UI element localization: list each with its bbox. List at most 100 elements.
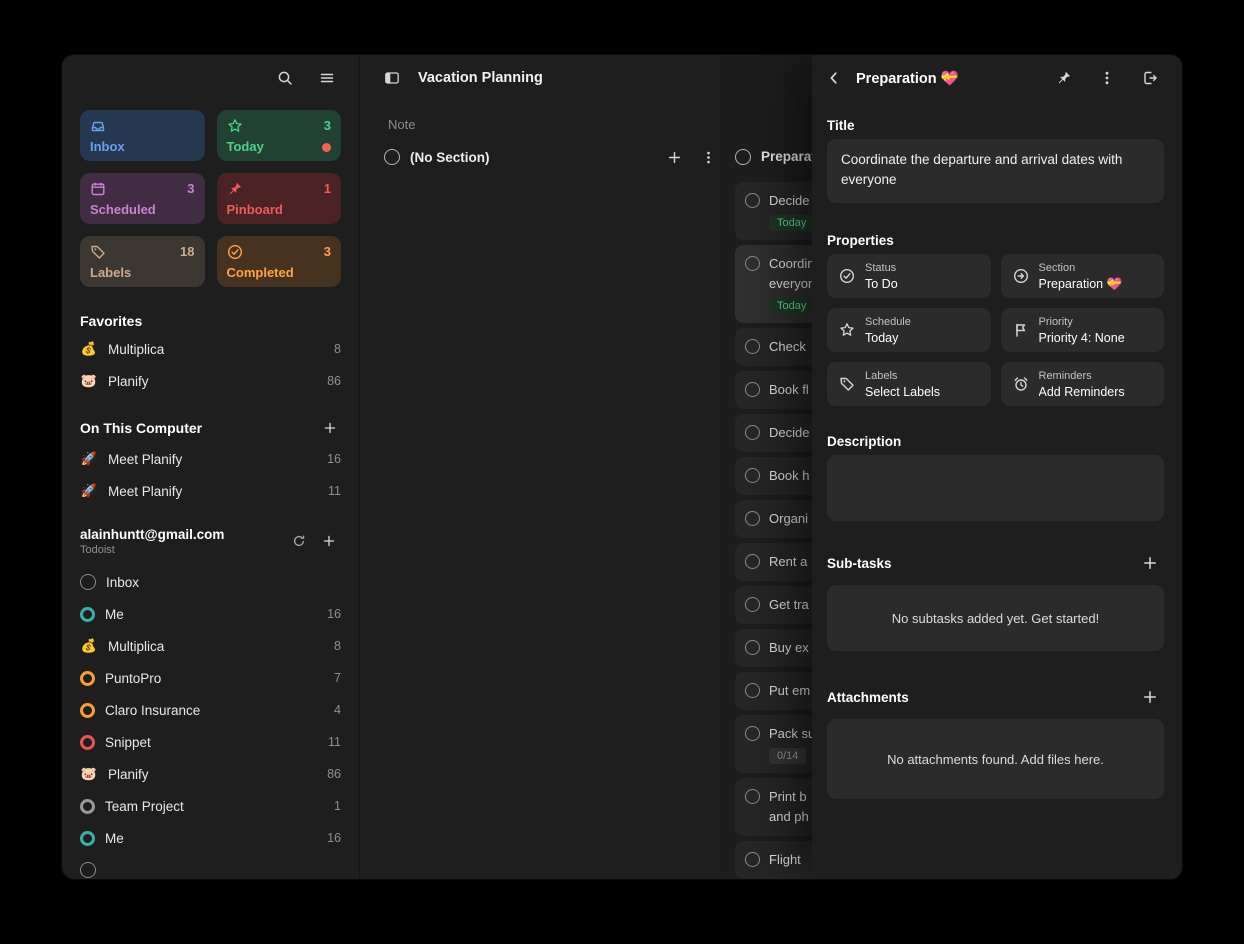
task-checkbox[interactable] bbox=[745, 554, 760, 569]
filter-label: Scheduled bbox=[90, 202, 156, 217]
task-checkbox[interactable] bbox=[745, 382, 760, 397]
sidebar-item-meet-planify-2[interactable]: 🚀 Meet Planify 11 bbox=[80, 475, 341, 507]
sidebar-item-inbox[interactable]: Inbox bbox=[80, 110, 205, 161]
hamburger-icon bbox=[319, 70, 335, 86]
main-menu-button[interactable] bbox=[313, 64, 341, 92]
pin-icon bbox=[1056, 70, 1072, 86]
task-checkbox[interactable] bbox=[745, 256, 760, 271]
project-label: Multiplica bbox=[108, 639, 164, 654]
task-title-field[interactable]: Coordinate the departure and arrival dat… bbox=[827, 139, 1164, 203]
task-title: Rent a bbox=[769, 552, 807, 572]
sidebar-item-completed[interactable]: Completed 3 bbox=[217, 236, 342, 287]
pin-task-button[interactable] bbox=[1050, 64, 1078, 92]
description-field[interactable] bbox=[827, 455, 1164, 521]
subtasks-empty-state: No subtasks added yet. Get started! bbox=[827, 585, 1164, 651]
project-emoji: 🚀 bbox=[80, 483, 98, 499]
alarm-icon bbox=[1013, 376, 1029, 392]
sidebar-item-meet-planify-1[interactable]: 🚀 Meet Planify 16 bbox=[80, 443, 341, 475]
project-count: 86 bbox=[327, 767, 341, 781]
task-checkbox[interactable] bbox=[745, 640, 760, 655]
section-icon bbox=[1013, 268, 1029, 284]
sidebar-item-claro-insurance[interactable]: Claro Insurance 4 bbox=[80, 694, 341, 726]
task-checkbox[interactable] bbox=[745, 511, 760, 526]
task-title: Flight bbox=[769, 850, 801, 870]
sidebar-item-scheduled[interactable]: Scheduled 3 bbox=[80, 173, 205, 224]
sidebar-item-me-2[interactable]: Me 16 bbox=[80, 822, 341, 854]
tag-icon bbox=[90, 244, 106, 265]
sidebar-item-today[interactable]: Today 3 bbox=[217, 110, 342, 161]
account-service: Todoist bbox=[80, 544, 287, 556]
property-status[interactable]: StatusTo Do bbox=[827, 254, 991, 298]
property-priority[interactable]: PriorityPriority 4: None bbox=[1001, 308, 1165, 352]
sidebar-topbar bbox=[80, 55, 341, 101]
toggle-sidebar-button[interactable] bbox=[378, 64, 406, 92]
subtask-counter-badge: 0/14 bbox=[769, 748, 806, 764]
add-task-button[interactable] bbox=[662, 145, 686, 169]
section-circle-icon bbox=[735, 149, 751, 165]
sidebar-item-team-project[interactable]: Team Project 1 bbox=[80, 790, 341, 822]
title-label: Title bbox=[827, 118, 1164, 133]
project-label: Snippet bbox=[105, 735, 151, 750]
task-checkbox[interactable] bbox=[745, 789, 760, 804]
filter-count: 18 bbox=[180, 244, 194, 259]
sidebar-item-multiplica-2[interactable]: 💰 Multiplica 8 bbox=[80, 630, 341, 662]
due-badge: Today bbox=[769, 298, 814, 314]
task-title: Decide bbox=[769, 191, 814, 211]
project-emoji: 💰 bbox=[80, 638, 98, 654]
project-circle-icon bbox=[80, 607, 95, 622]
sidebar-item-planify[interactable]: 🐷 Planify 86 bbox=[80, 365, 341, 397]
add-attachment-button[interactable] bbox=[1136, 683, 1164, 711]
task-title: Put em bbox=[769, 681, 810, 701]
sidebar-item-partial[interactable] bbox=[80, 854, 341, 879]
attachments-empty-state: No attachments found. Add files here. bbox=[827, 719, 1164, 799]
property-labels[interactable]: LabelsSelect Labels bbox=[827, 362, 991, 406]
project-count: 86 bbox=[327, 374, 341, 388]
project-count: 7 bbox=[334, 671, 341, 685]
sidebar-item-snippet[interactable]: Snippet 11 bbox=[80, 726, 341, 758]
section-circle-icon bbox=[384, 149, 400, 165]
property-reminders[interactable]: RemindersAdd Reminders bbox=[1001, 362, 1165, 406]
sync-button[interactable] bbox=[287, 529, 311, 553]
property-schedule[interactable]: ScheduleToday bbox=[827, 308, 991, 352]
add-account-project-button[interactable] bbox=[317, 529, 341, 553]
sidebar-item-pinboard[interactable]: Pinboard 1 bbox=[217, 173, 342, 224]
detail-menu-button[interactable] bbox=[1093, 64, 1121, 92]
back-button[interactable] bbox=[820, 64, 848, 92]
quick-filters: Inbox Today 3 Scheduled 3 Pinboard 1 bbox=[80, 110, 341, 287]
project-emoji: 💰 bbox=[80, 341, 98, 357]
detach-panel-button[interactable] bbox=[1136, 64, 1164, 92]
check-circle-icon bbox=[227, 244, 243, 265]
search-icon bbox=[277, 70, 293, 86]
project-label: PuntoPro bbox=[105, 671, 161, 686]
property-section[interactable]: SectionPreparation 💝 bbox=[1001, 254, 1165, 298]
sidebar-item-labels[interactable]: Labels 18 bbox=[80, 236, 205, 287]
sidebar-item-todoist-inbox[interactable]: Inbox bbox=[80, 566, 341, 598]
task-checkbox[interactable] bbox=[745, 339, 760, 354]
task-checkbox[interactable] bbox=[745, 726, 760, 741]
sidebar-item-me-1[interactable]: Me 16 bbox=[80, 598, 341, 630]
task-checkbox[interactable] bbox=[745, 597, 760, 612]
plus-icon bbox=[323, 421, 337, 435]
account-header[interactable]: alainhuntt@gmail.com Todoist bbox=[80, 527, 341, 556]
sidebar-item-multiplica[interactable]: 💰 Multiplica 8 bbox=[80, 333, 341, 365]
task-checkbox[interactable] bbox=[745, 852, 760, 867]
section-name: (No Section) bbox=[410, 150, 490, 165]
task-checkbox[interactable] bbox=[745, 683, 760, 698]
task-checkbox[interactable] bbox=[745, 468, 760, 483]
sidebar-item-planify-2[interactable]: 🐷 Planify 86 bbox=[80, 758, 341, 790]
detail-section-title: Preparation 💝 bbox=[856, 70, 1044, 87]
project-label: Team Project bbox=[105, 799, 184, 814]
task-checkbox[interactable] bbox=[745, 193, 760, 208]
add-subtask-button[interactable] bbox=[1136, 549, 1164, 577]
sidebar-item-puntopro[interactable]: PuntoPro 7 bbox=[80, 662, 341, 694]
section-menu-button[interactable] bbox=[696, 145, 720, 169]
task-title: Decide bbox=[769, 423, 809, 443]
search-button[interactable] bbox=[271, 64, 299, 92]
calendar-icon bbox=[90, 181, 106, 202]
project-emoji: 🐷 bbox=[80, 766, 98, 782]
task-checkbox[interactable] bbox=[745, 425, 760, 440]
task-title: Check bbox=[769, 337, 806, 357]
add-local-project-button[interactable] bbox=[319, 417, 341, 439]
favorites-header: Favorites bbox=[80, 313, 341, 329]
section-header[interactable]: (No Section) bbox=[384, 144, 720, 170]
